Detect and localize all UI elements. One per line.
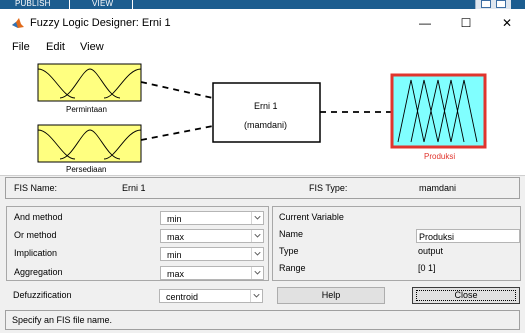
help-button-label: Help: [321, 290, 341, 300]
maximize-button[interactable]: ☐: [455, 14, 477, 32]
defuzzification-value: centroid: [166, 292, 199, 302]
title-bar: Fuzzy Logic Designer: Erni 1 — ☐ ✕: [0, 9, 525, 37]
chevron-down-icon: [251, 230, 261, 242]
or-method-value: max: [167, 232, 185, 242]
and-method-value: min: [167, 214, 182, 224]
toolstrip-tab-view[interactable]: VIEW: [92, 0, 113, 9]
cv-type-label: Type: [279, 246, 299, 256]
cv-name-label: Name: [279, 229, 304, 239]
toolstrip-separator: [69, 0, 70, 9]
dock-icon: [481, 0, 491, 8]
undock-icon: [496, 0, 506, 8]
input-variable-permintaan[interactable]: [37, 63, 142, 102]
fis-type-label: FIS Type:: [309, 183, 348, 193]
close-window-button[interactable]: ✕: [496, 14, 518, 32]
close-button[interactable]: Close: [412, 287, 520, 304]
menu-file[interactable]: File: [12, 41, 30, 53]
matlab-icon: [12, 18, 24, 28]
status-message: Specify an FIS file name.: [12, 315, 113, 325]
cv-range-value: [0 1]: [418, 263, 436, 273]
or-method-label: Or method: [14, 230, 57, 240]
implication-value: min: [167, 250, 182, 260]
status-bar: Specify an FIS file name.: [5, 310, 520, 330]
aggregation-select[interactable]: max: [160, 266, 264, 280]
fis-name-label: FIS Name:: [14, 183, 58, 193]
fis-diagram: Permintaan Persediaan Erni 1 (mamdani) P…: [0, 56, 525, 176]
implication-select[interactable]: min: [160, 247, 264, 261]
aggregation-value: max: [167, 269, 185, 279]
menu-edit[interactable]: Edit: [46, 41, 65, 53]
menu-view[interactable]: View: [80, 41, 104, 53]
system-name-label: Erni 1: [254, 101, 278, 111]
fis-type-value: mamdani: [419, 183, 457, 193]
current-variable-title: Current Variable: [279, 212, 344, 222]
or-method-select[interactable]: max: [160, 229, 264, 243]
input-label-permintaan: Permintaan: [66, 105, 107, 114]
close-button-label: Close: [454, 290, 478, 300]
system-type-label: (mamdani): [244, 120, 288, 130]
minimize-button[interactable]: —: [414, 14, 436, 32]
toolstrip-tab-publish[interactable]: PUBLISH: [15, 0, 51, 9]
toolstrip-separator: [132, 0, 133, 9]
input-variable-persediaan[interactable]: [37, 124, 142, 163]
and-method-label: And method: [14, 212, 63, 222]
help-button[interactable]: Help: [277, 287, 385, 304]
defuzzification-label: Defuzzification: [13, 290, 72, 300]
toolstrip-quick-access[interactable]: [475, 0, 511, 9]
window-title: Fuzzy Logic Designer: Erni 1: [30, 17, 171, 29]
menu-bar: File Edit View: [0, 37, 525, 56]
cv-type-value: output: [418, 246, 444, 256]
output-variable-produksi[interactable]: [390, 73, 487, 149]
aggregation-label: Aggregation: [14, 267, 63, 277]
chevron-down-icon: [251, 267, 261, 279]
implication-label: Implication: [14, 248, 58, 258]
toolstrip: PUBLISH VIEW: [0, 0, 525, 9]
fis-system-block[interactable]: [212, 82, 321, 143]
variable-name-input[interactable]: Produksi: [416, 229, 520, 243]
chevron-down-icon: [251, 248, 261, 260]
defuzzification-select[interactable]: centroid: [159, 289, 263, 303]
methods-panel: And method min Or method max Implication…: [6, 206, 269, 281]
fis-name-value: Erni 1: [122, 183, 146, 193]
and-method-select[interactable]: min: [160, 211, 264, 225]
output-label-produksi: Produksi: [424, 152, 456, 161]
variable-name-value: Produksi: [419, 232, 455, 242]
chevron-down-icon: [250, 290, 260, 302]
fis-info-bar: FIS Name: Erni 1 FIS Type: mamdani: [5, 177, 520, 199]
cv-range-label: Range: [279, 263, 306, 273]
current-variable-panel: Current Variable Name Produksi Type outp…: [272, 206, 521, 281]
input-label-persediaan: Persediaan: [66, 165, 107, 174]
chevron-down-icon: [251, 212, 261, 224]
